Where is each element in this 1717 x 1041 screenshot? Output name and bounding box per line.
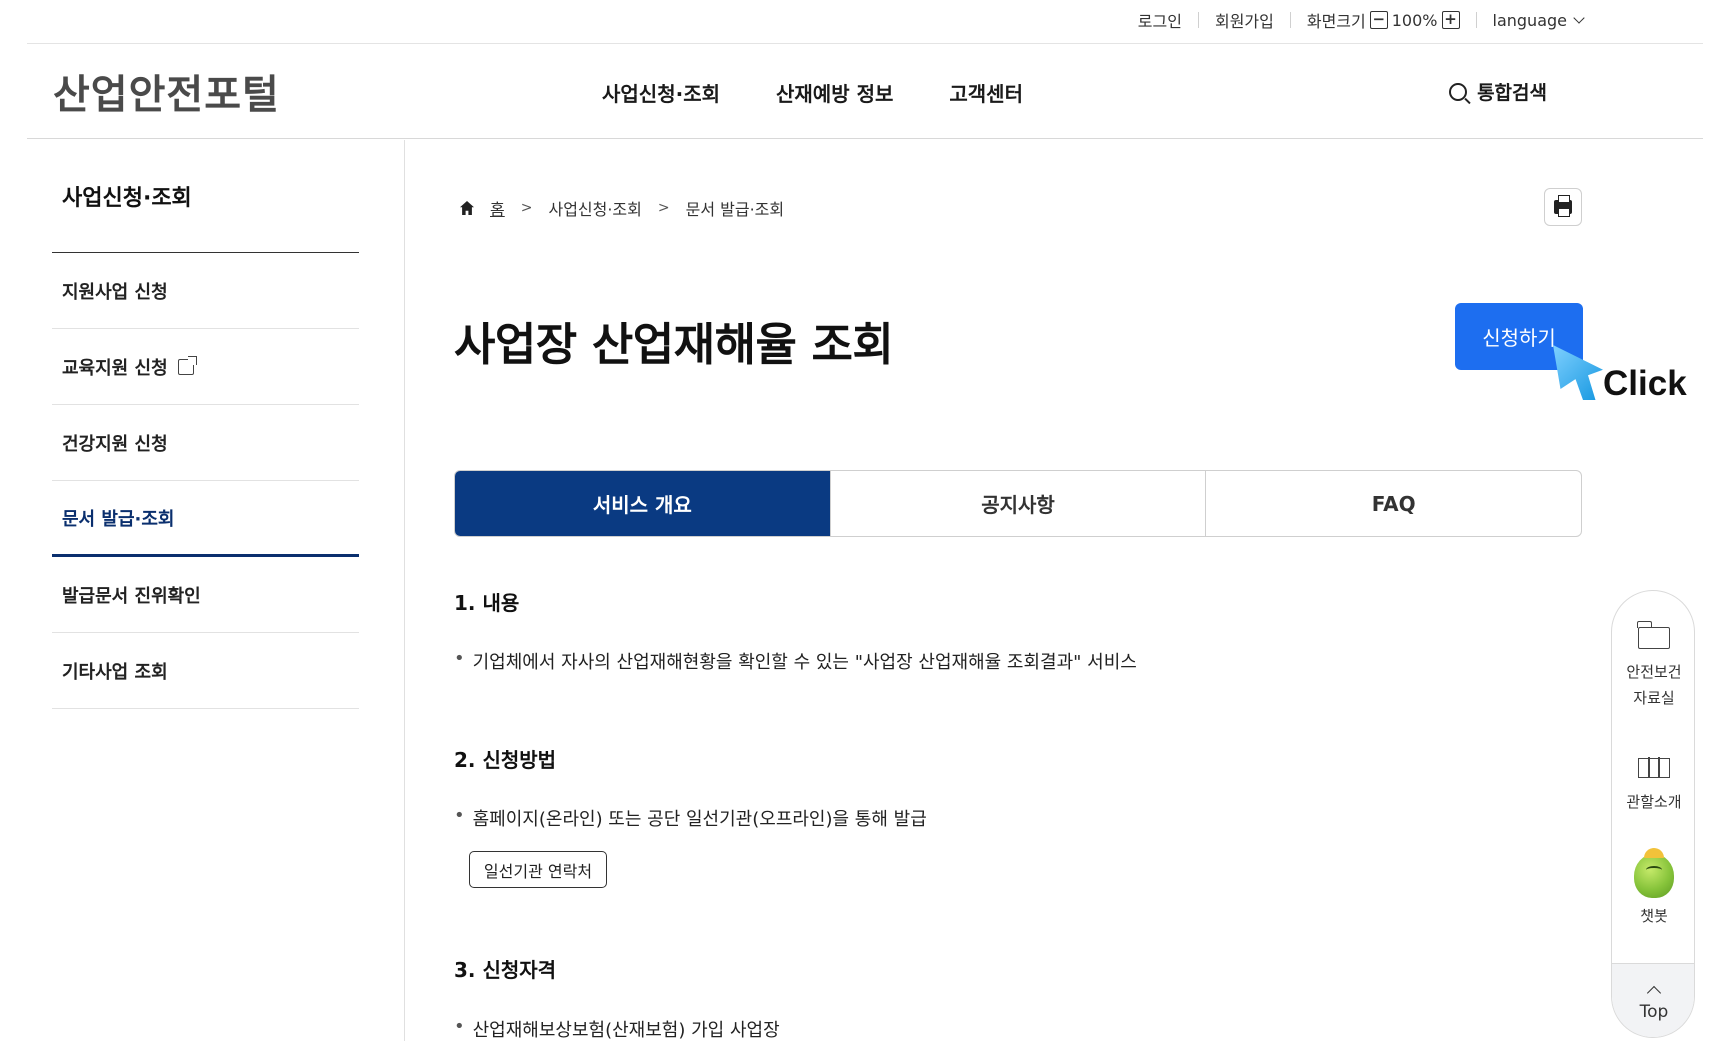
tab-faq[interactable]: FAQ	[1206, 471, 1581, 536]
nav-item-support[interactable]: 고객센터	[949, 78, 1023, 107]
zoom-value: 100%	[1391, 10, 1438, 30]
bullet-text: 산업재해보상보험(산재보험) 가입 사업장	[472, 1020, 780, 1041]
login-link[interactable]: 로그인	[1122, 8, 1198, 32]
quick-item-label: 관할소개	[1626, 793, 1682, 811]
tab-service-overview[interactable]: 서비스 개요	[455, 471, 831, 536]
breadcrumb-level1[interactable]: 사업신청·조회	[548, 196, 641, 220]
quick-item-label: 안전보건	[1626, 663, 1682, 681]
section-title-content: 1. 내용	[454, 591, 520, 615]
nav-item-business[interactable]: 사업신청·조회	[602, 78, 720, 107]
quick-item-label: 자료실	[1633, 689, 1675, 707]
bullet-mark: •	[454, 648, 465, 669]
integrated-search-button[interactable]: 통합검색	[1449, 78, 1547, 105]
zoom-label: 화면크기	[1306, 12, 1366, 31]
print-button[interactable]	[1544, 188, 1582, 226]
section-bullet: • 홈페이지(온라인) 또는 공단 일선기관(오프라인)을 통해 발급	[454, 805, 927, 831]
click-annotation: Click	[1603, 364, 1687, 403]
search-icon	[1449, 82, 1468, 101]
zoom-control: 화면크기 − 100% +	[1291, 8, 1476, 32]
breadcrumb-separator: >	[657, 200, 670, 216]
quick-item-safety-library[interactable]: 안전보건 자료실	[1612, 621, 1694, 711]
bullet-mark: •	[454, 805, 465, 826]
page-title: 사업장 산업재해율 조회	[454, 318, 894, 371]
breadcrumb-home[interactable]: 홈	[490, 196, 505, 220]
quick-menu: 안전보건 자료실 관할소개 챗봇 Top	[1611, 590, 1695, 1038]
printer-icon	[1554, 195, 1572, 217]
sidebar-title: 사업신청·조회	[62, 186, 192, 211]
sidebar-list: 지원사업 신청 교육지원 신청 건강지원 신청 문서 발급·조회 발급문서 진위…	[52, 252, 359, 709]
scroll-top-label: Top	[1639, 1001, 1669, 1022]
site-logo[interactable]: 산업안전포털	[53, 62, 280, 120]
breadcrumb-separator: >	[520, 200, 533, 216]
sidebar-item-other-business[interactable]: 기타사업 조회	[52, 633, 359, 709]
nav-item-prevention[interactable]: 산재예방 정보	[776, 78, 893, 107]
bullet-mark: •	[454, 1016, 465, 1037]
content-tabs: 서비스 개요 공지사항 FAQ	[454, 470, 1582, 537]
folder-icon	[1637, 621, 1670, 649]
sidebar-item-label: 문서 발급·조회	[62, 508, 175, 530]
section-bullet: • 산업재해보상보험(산재보험) 가입 사업장	[454, 1016, 780, 1041]
chevron-up-icon	[1646, 985, 1662, 1000]
sidebar-item-label: 기타사업 조회	[62, 661, 168, 683]
zoom-in-button[interactable]: +	[1441, 11, 1460, 29]
sidebar-item-health-apply[interactable]: 건강지원 신청	[52, 405, 359, 481]
tab-notice[interactable]: 공지사항	[831, 471, 1207, 536]
sidebar-item-label: 지원사업 신청	[62, 281, 168, 303]
home-icon	[460, 201, 474, 215]
section-title-method: 2. 신청방법	[454, 748, 557, 772]
sidebar-item-document-verify[interactable]: 발급문서 진위확인	[52, 557, 359, 633]
search-label: 통합검색	[1477, 82, 1547, 104]
breadcrumb-level2[interactable]: 문서 발급·조회	[686, 196, 785, 220]
chatbot-icon	[1634, 848, 1674, 898]
utility-bar: 로그인 회원가입 화면크기 − 100% + language	[27, 0, 1703, 44]
language-select[interactable]: language	[1477, 10, 1585, 30]
quick-item-chatbot[interactable]: 챗봇	[1612, 848, 1694, 929]
main-nav: 사업신청·조회 산재예방 정보 고객센터	[602, 78, 1023, 107]
breadcrumb: 홈 > 사업신청·조회 > 문서 발급·조회	[460, 196, 784, 220]
branch-contact-button[interactable]: 일선기관 연락처	[469, 851, 607, 888]
signup-link[interactable]: 회원가입	[1199, 8, 1290, 32]
sidebar: 사업신청·조회 지원사업 신청 교육지원 신청 건강지원 신청 문서 발급·조회…	[0, 140, 405, 1041]
chevron-down-icon	[1573, 12, 1585, 24]
scroll-top-button[interactable]: Top	[1612, 963, 1694, 1037]
sidebar-item-label: 건강지원 신청	[62, 433, 168, 455]
sidebar-item-document-issue[interactable]: 문서 발급·조회	[52, 481, 359, 557]
sidebar-item-label: 교육지원 신청	[62, 357, 168, 379]
section-title-eligibility: 3. 신청자격	[454, 958, 557, 982]
site-header: 산업안전포털 사업신청·조회 산재예방 정보 고객센터 통합검색	[27, 44, 1703, 139]
zoom-out-button[interactable]: −	[1369, 11, 1388, 29]
utility-items: 로그인 회원가입 화면크기 − 100% + language	[1122, 8, 1585, 32]
section-bullet: • 기업체에서 자사의 산업재해현황을 확인할 수 있는 "사업장 산업재해율 …	[454, 648, 1137, 674]
map-icon	[1638, 757, 1670, 778]
sidebar-item-support-apply[interactable]: 지원사업 신청	[52, 253, 359, 329]
bullet-text: 기업체에서 자사의 산업재해현황을 확인할 수 있는 "사업장 산업재해율 조회…	[472, 652, 1137, 673]
quick-item-label: 챗봇	[1640, 907, 1668, 925]
quick-item-jurisdiction[interactable]: 관할소개	[1612, 751, 1694, 815]
bullet-text: 홈페이지(온라인) 또는 공단 일선기관(오프라인)을 통해 발급	[472, 809, 927, 830]
language-label: language	[1492, 10, 1568, 30]
sidebar-item-education-apply[interactable]: 교육지원 신청	[52, 329, 359, 405]
external-link-icon	[177, 355, 197, 375]
sidebar-item-label: 발급문서 진위확인	[62, 585, 201, 607]
